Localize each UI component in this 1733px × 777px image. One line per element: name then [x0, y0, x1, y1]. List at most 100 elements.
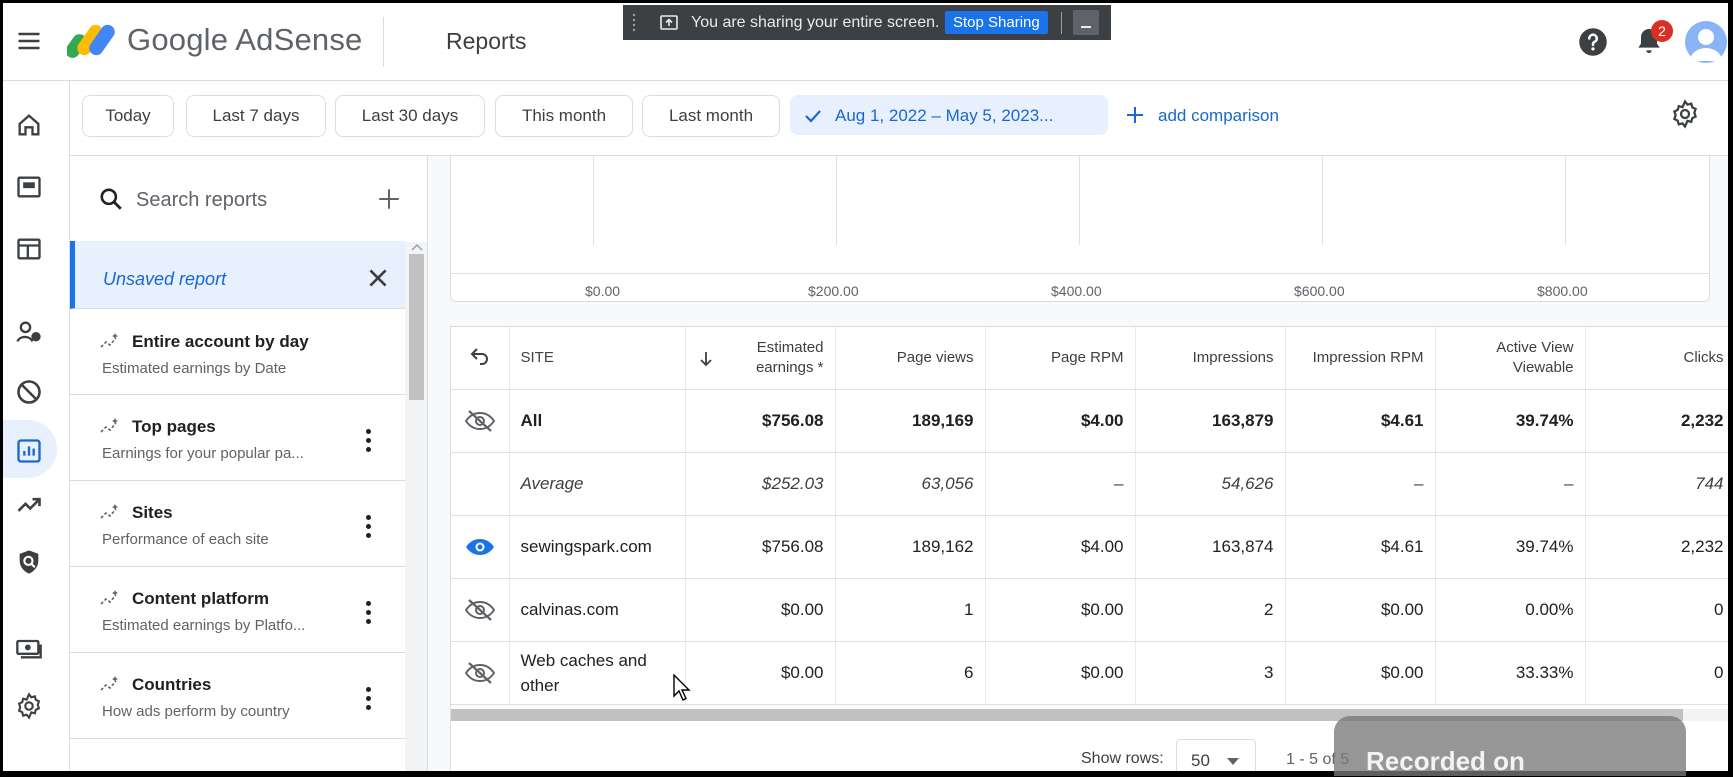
blocking-icon[interactable]: [15, 378, 43, 406]
report-title: Top pages: [132, 417, 216, 436]
chip-last-month[interactable]: Last month: [642, 95, 780, 137]
x-tick-label: $0.00: [585, 283, 621, 299]
top-divider: [383, 17, 384, 67]
more-options-icon[interactable]: [366, 515, 372, 539]
report-item-sites[interactable]: Sites Performance of each site: [70, 481, 405, 567]
undo-icon[interactable]: [468, 343, 492, 367]
cell-page-rpm: –: [985, 452, 1136, 516]
chip-last-30-days[interactable]: Last 30 days: [335, 95, 485, 137]
optimization-icon[interactable]: [15, 491, 43, 519]
visibility-off-icon[interactable]: [464, 661, 496, 685]
column-header-page-views[interactable]: Page views: [835, 327, 986, 390]
cell-clicks: 0: [1585, 578, 1728, 642]
users-icon[interactable]: [15, 318, 43, 346]
column-header-impression-rpm[interactable]: Impression RPM: [1285, 327, 1436, 390]
chip-today[interactable]: Today: [82, 95, 174, 137]
cell-earnings: $0.00: [685, 578, 836, 642]
cell-impressions: 163,879: [1135, 389, 1286, 453]
cell-impressions: 2: [1135, 578, 1286, 642]
x-tick-label: $600.00: [1294, 283, 1345, 299]
cell-impression-rpm: $0.00: [1285, 641, 1436, 705]
saved-reports-panel: Unsaved report Entire account by day Est…: [70, 156, 428, 771]
column-header-impressions[interactable]: Impressions: [1135, 327, 1286, 390]
mouse-cursor-icon: [673, 674, 691, 701]
panel-scrollbar[interactable]: [405, 242, 427, 771]
column-header-active-view[interactable]: Active View Viewable: [1435, 327, 1586, 390]
rows-per-page-select[interactable]: 50: [1176, 739, 1256, 771]
sites-icon[interactable]: [15, 235, 43, 263]
x-tick-label: $200.00: [808, 283, 859, 299]
unsaved-report-item[interactable]: Unsaved report: [70, 241, 405, 309]
sparkle-trend-icon: [100, 590, 118, 605]
more-options-icon[interactable]: [366, 601, 372, 625]
stop-sharing-button[interactable]: Stop Sharing: [945, 11, 1048, 34]
table-row-average: Average $252.03 63,056 – 54,626 – – 744: [451, 452, 1728, 516]
column-header-estimated-earnings[interactable]: Estimated earnings *: [685, 327, 836, 390]
reports-icon[interactable]: [15, 437, 43, 465]
cell-impressions: 54,626: [1135, 452, 1286, 516]
help-icon[interactable]: [1578, 27, 1608, 57]
adsense-app: Google AdSense Reports 2 You are sharing…: [3, 3, 1728, 771]
column-header-clicks[interactable]: Clicks: [1585, 327, 1728, 390]
new-report-plus-icon[interactable]: [376, 186, 402, 212]
cell-clicks: 0: [1585, 641, 1728, 705]
column-header-page-rpm[interactable]: Page RPM: [985, 327, 1136, 390]
table-row[interactable]: sewingspark.com $756.08 189,162 $4.00 16…: [451, 515, 1728, 579]
chip-custom-date-range[interactable]: Aug 1, 2022 – May 5, 2023...: [790, 95, 1108, 135]
menu-icon[interactable]: [15, 27, 43, 55]
minimize-button[interactable]: [1073, 10, 1099, 35]
cell-page-rpm: $4.00: [985, 389, 1136, 453]
home-icon[interactable]: [15, 111, 43, 139]
cell-impressions: 163,874: [1135, 515, 1286, 579]
add-comparison-link[interactable]: add comparison: [1158, 106, 1279, 126]
more-options-icon[interactable]: [366, 429, 372, 453]
chip-this-month[interactable]: This month: [495, 95, 633, 137]
cell-site: All: [509, 389, 686, 453]
scroll-up-icon[interactable]: [411, 242, 423, 252]
watermark-text: Recorded on: [1366, 746, 1525, 776]
cell-page-views: 6: [835, 641, 986, 705]
search-reports-input[interactable]: [134, 184, 358, 216]
report-title: Entire account by day: [132, 332, 309, 351]
sparkle-trend-icon: [100, 333, 118, 348]
drag-handle-icon[interactable]: [631, 13, 637, 33]
table-row[interactable]: calvinas.com $0.00 1 $0.00 2 $0.00 0.00%…: [451, 578, 1728, 642]
cell-impression-rpm: $4.61: [1285, 515, 1436, 579]
cell-site: sewingspark.com: [509, 515, 686, 579]
logo-text: Google AdSense: [127, 22, 363, 57]
report-main-area: $0.00 $200.00 $400.00 $600.00 $800.00 SI…: [428, 156, 1728, 771]
chip-last-7-days[interactable]: Last 7 days: [186, 95, 326, 137]
table-row-total: All $756.08 189,169 $4.00 163,879 $4.61 …: [451, 389, 1728, 453]
minimize-icon: [1081, 26, 1091, 28]
panel-scrollbar-thumb[interactable]: [409, 254, 424, 400]
cell-page-views: 63,056: [835, 452, 986, 516]
report-item-countries[interactable]: Countries How ads perform by country: [70, 653, 405, 739]
account-avatar[interactable]: [1685, 21, 1727, 63]
report-item-content-platform[interactable]: Content platform Estimated earnings by P…: [70, 567, 405, 653]
report-settings-icon[interactable]: [1670, 99, 1700, 129]
privacy-icon[interactable]: [15, 548, 43, 576]
cell-active-view: 39.74%: [1435, 389, 1586, 453]
chart-gridline: [836, 156, 837, 245]
more-options-icon[interactable]: [366, 687, 372, 711]
report-item-top-pages[interactable]: Top pages Earnings for your popular pa..…: [70, 395, 405, 481]
settings-icon[interactable]: [15, 692, 43, 720]
column-header-site[interactable]: SITE: [509, 327, 686, 390]
column-header-label: Estimated earnings *: [755, 338, 824, 376]
earnings-bar-chart: $0.00 $200.00 $400.00 $600.00 $800.00: [450, 156, 1710, 302]
sort-descending-icon[interactable]: [697, 350, 715, 368]
report-table-card: SITE Estimated earnings * Page views Pag…: [450, 326, 1728, 771]
ads-icon[interactable]: [15, 173, 43, 201]
visibility-off-icon[interactable]: [464, 409, 496, 433]
close-icon[interactable]: [365, 265, 391, 291]
share-message: You are sharing your entire screen.: [691, 14, 940, 31]
chart-gridline: [593, 156, 594, 245]
payments-icon[interactable]: [15, 634, 43, 662]
cell-page-rpm: $0.00: [985, 578, 1136, 642]
visibility-off-icon[interactable]: [464, 598, 496, 622]
report-item-entire-account[interactable]: Entire account by day Estimated earnings…: [70, 310, 405, 395]
table-row[interactable]: Web caches and other $0.00 6 $0.00 3 $0.…: [451, 641, 1728, 705]
cell-earnings: $252.03: [685, 452, 836, 516]
recording-watermark: Recorded on: [1334, 716, 1686, 776]
visibility-icon[interactable]: [464, 535, 496, 559]
